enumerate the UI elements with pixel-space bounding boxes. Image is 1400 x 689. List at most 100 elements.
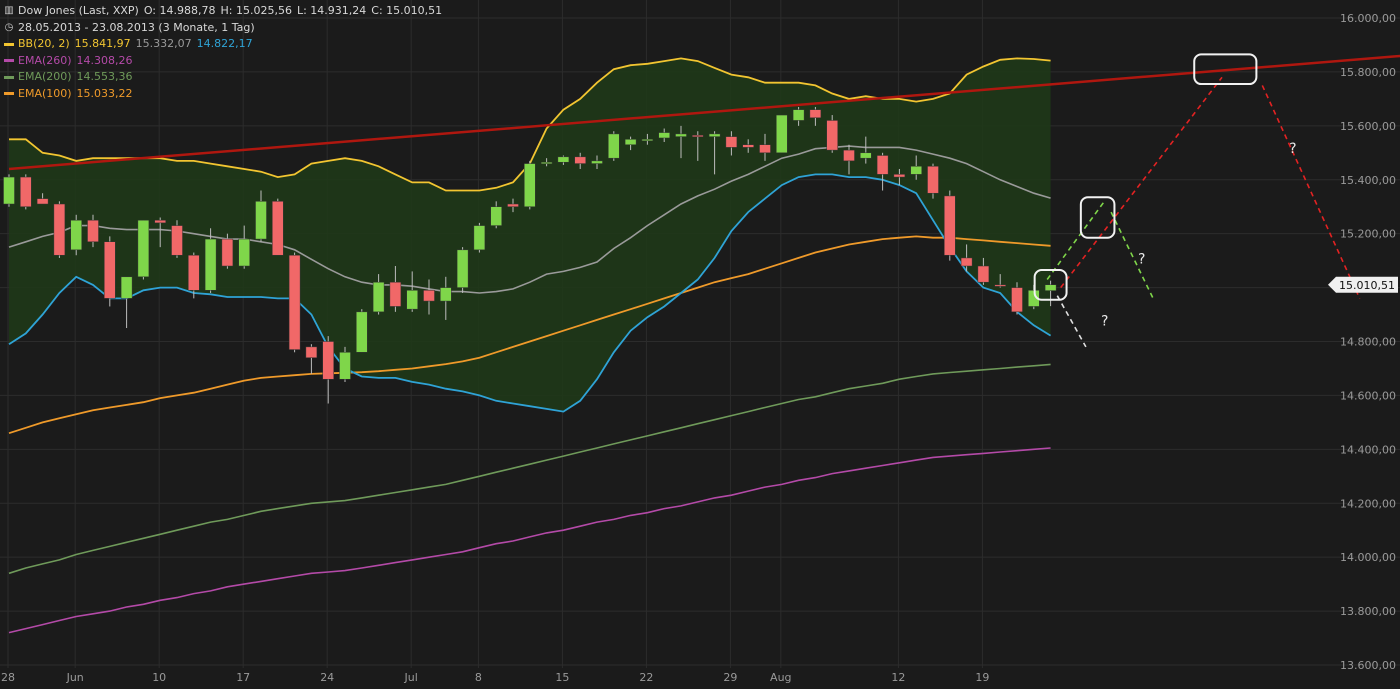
y-tick-label: 15.800,00 (1340, 66, 1396, 79)
indicator-label: EMA(260) (18, 53, 72, 67)
candle-body (994, 284, 1006, 287)
candle-body (826, 120, 838, 151)
close-value: C: 15.010,51 (371, 4, 443, 17)
candle-body (960, 257, 973, 267)
candle-body (507, 203, 519, 207)
question-mark-annotation: ? (1138, 251, 1145, 267)
candle-body (725, 136, 738, 148)
candle-body (305, 346, 318, 358)
candle-body (221, 238, 234, 267)
x-tick-label: 8 (475, 671, 482, 684)
candle-body (120, 276, 133, 299)
price-chart[interactable]: 13.600,00 13.800,00 14.000,00 14.200,00 14.4… (0, 0, 1400, 689)
low-value: L: 14.931,24 (296, 4, 367, 17)
candle-body (692, 135, 704, 138)
y-tick-label: 13.800,00 (1340, 605, 1396, 618)
indicator-value: 15.841,97 (74, 37, 131, 50)
question-mark-annotation: ? (1101, 313, 1108, 329)
x-tick-label: 12 (891, 671, 905, 684)
clock-icon: ◷ (4, 21, 14, 33)
instrument-name: Dow Jones (Last, XXP) (18, 4, 139, 17)
candle-body (53, 203, 66, 256)
question-mark-annotation: ? (1289, 141, 1296, 157)
x-tick-label: Aug (770, 671, 791, 684)
indicator-value: 15.033,22 (76, 86, 133, 100)
open-value: O: 14.988,78 (143, 4, 216, 17)
legend-period-row: ◷ 28.05.2013 - 23.08.2013 (3 Monate, 1 T… (4, 20, 442, 37)
legend-swatch-icon (4, 92, 14, 96)
candle-body (188, 254, 200, 291)
candle-body (927, 166, 939, 194)
legend-indicator-row: BB(20, 2) 15.841,97 15.332,07 14.822,17 (4, 36, 442, 53)
candle-body (137, 219, 150, 278)
y-tick-label: 15.400,00 (1340, 174, 1396, 187)
candle-body (776, 114, 788, 154)
candle-body (171, 225, 183, 256)
candle-body (759, 144, 771, 154)
candle-body (843, 149, 855, 162)
indicator-label: EMA(200) (18, 70, 72, 83)
x-tick-label: 22 (639, 671, 653, 684)
candle-body (20, 176, 32, 207)
candle-body (3, 176, 15, 205)
candle-body (288, 254, 301, 350)
x-tick-label: 19 (975, 671, 989, 684)
x-tick-label: 15 (555, 671, 569, 684)
candle-body (272, 201, 284, 256)
candle-body (423, 290, 435, 302)
candle-body (893, 174, 906, 178)
candle-body (104, 241, 116, 299)
candle-body (490, 206, 502, 226)
y-tick-label: 15.200,00 (1340, 228, 1396, 241)
candle-body (1044, 284, 1057, 291)
x-tick-label: 10 (152, 671, 166, 684)
y-tick-label: 14.800,00 (1340, 336, 1396, 349)
candle-body (339, 352, 351, 380)
indicator-value: 14.553,36 (76, 70, 133, 83)
candle-body (473, 225, 486, 251)
high-value: H: 15.025,56 (220, 4, 292, 17)
indicator-label: BB(20, 2) (18, 37, 70, 50)
candle-body (675, 133, 687, 137)
y-tick-label: 14.400,00 (1340, 443, 1396, 456)
candle-body (860, 152, 872, 159)
candle-body (792, 109, 805, 121)
y-tick-label: 14.600,00 (1340, 389, 1396, 402)
x-tick-label: Jul (404, 671, 418, 684)
candle-body (70, 219, 82, 251)
legend-swatch-icon (4, 59, 14, 63)
candle-body (238, 238, 250, 267)
legend-price-row: ▥ Dow Jones (Last, XXP) O: 14.988,78 H: … (4, 3, 442, 20)
legend-indicator-row: EMA(200) 14.553,36 (4, 69, 442, 86)
candle-body (540, 161, 553, 164)
candle-body (876, 155, 889, 175)
candle-body (154, 219, 166, 224)
x-tick-label: 17 (236, 671, 250, 684)
candle-body (524, 163, 536, 207)
legend-swatch-icon (4, 75, 14, 79)
candle-body (204, 238, 217, 291)
candle-body (742, 144, 754, 148)
last-price-label: 15.010,51 (1339, 279, 1395, 292)
candle-body (372, 281, 385, 313)
candle-body (809, 109, 822, 118)
candle-body (557, 156, 570, 163)
x-tick-label: 28 (1, 671, 15, 684)
candle-body (322, 341, 334, 380)
candle-body (406, 290, 418, 310)
indicator-label: EMA(100) (18, 86, 72, 100)
legend-swatch-icon (4, 42, 14, 46)
candle-body (36, 198, 49, 205)
y-tick-label: 14.200,00 (1340, 497, 1396, 510)
candle-body (1011, 287, 1023, 313)
x-tick-label: Jun (66, 671, 84, 684)
indicator-value: 14.308,26 (76, 53, 133, 67)
y-tick-label: 15.600,00 (1340, 120, 1396, 133)
candle-body (624, 139, 637, 145)
candle-body (708, 133, 721, 137)
indicator-value: 14.822,17 (196, 37, 253, 50)
y-tick-label: 16.000,00 (1340, 12, 1396, 25)
candle-body (574, 156, 586, 164)
candle-body (255, 201, 267, 240)
period-text: 28.05.2013 - 23.08.2013 (3 Monate, 1 Tag… (18, 20, 255, 34)
